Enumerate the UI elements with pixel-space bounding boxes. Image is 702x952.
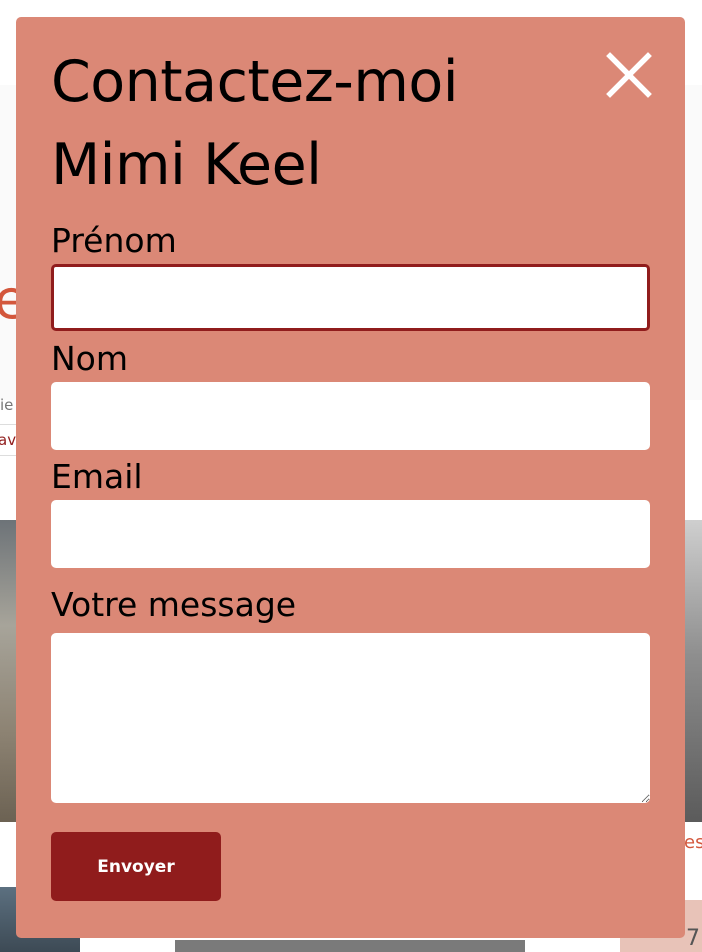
background-photo[interactable] [684,520,702,822]
background-likes-count: 7 [686,926,700,951]
email-label: Email [51,457,143,496]
last-name-input[interactable] [51,382,650,450]
email-input[interactable] [51,500,650,568]
modal-title-line: Contactez-moi [51,49,459,115]
modal-title: Contactez-moi Mimi Keel [51,41,459,207]
contact-modal: Contactez-moi Mimi Keel Prénom Nom Email… [16,17,685,938]
photographer-name: Mimi Keel [51,132,322,198]
background-location-text: ie [0,396,14,414]
first-name-input[interactable] [51,264,650,331]
message-textarea[interactable] [51,633,650,803]
background-photo-caption: es [684,832,702,853]
close-button[interactable] [604,50,654,100]
close-icon [606,52,652,98]
background-photo[interactable] [175,940,525,952]
message-label: Votre message [51,585,297,624]
first-name-label: Prénom [51,221,177,260]
submit-button[interactable]: Envoyer [51,832,221,901]
last-name-label: Nom [51,339,129,378]
